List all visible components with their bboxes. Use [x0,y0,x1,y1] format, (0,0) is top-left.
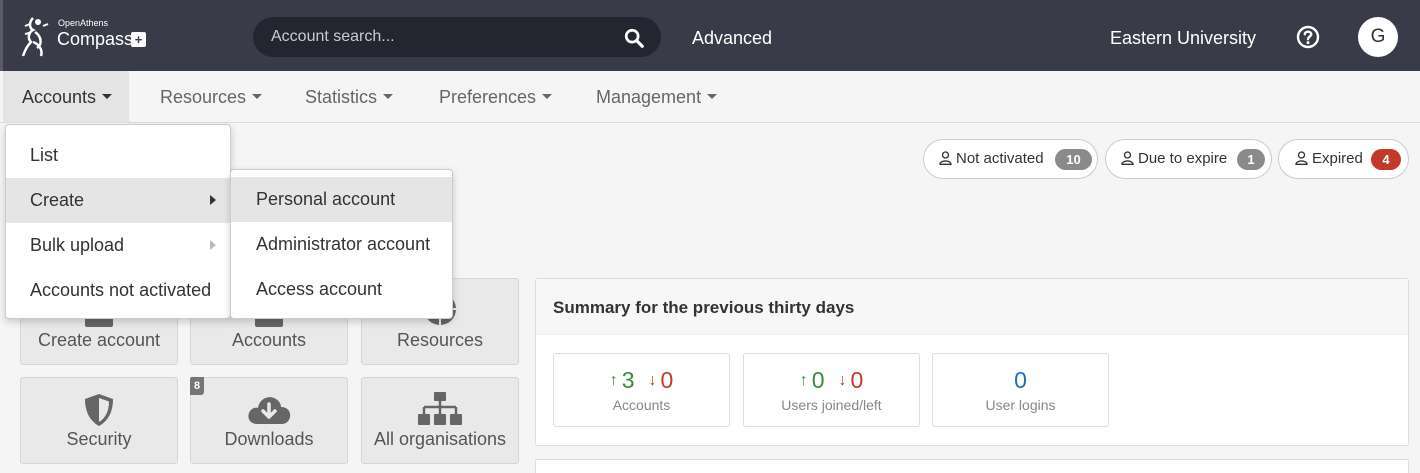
nav-management-label: Management [596,87,702,107]
main-nav: Accounts Resources Statistics Preference… [0,71,1420,123]
create-account-label: Create account [37,330,161,350]
users-joined-left-stat-card[interactable]: ↑ 0 ↓ 0 Users joined/left [743,353,920,427]
not-activated-label: Not activated [956,150,1044,167]
arrow-down-icon: ↓ [838,372,847,389]
user-icon [939,151,952,165]
arrow-up-icon: ↑ [799,372,808,389]
account-search-box [253,17,661,57]
users-joined-value: 0 [811,367,825,393]
submenu-item-administrator-account-label: Administrator account [256,234,431,254]
advanced-search-link[interactable]: Advanced [692,28,772,49]
submenu-item-personal-account[interactable]: Personal account [231,177,452,222]
accounts-stat-card[interactable]: ↑ 3 ↓ 0 Accounts [553,353,730,427]
nav-preferences[interactable]: Preferences [439,71,553,123]
accounts-down-value: 0 [660,367,674,393]
nav-statistics[interactable]: Statistics [305,71,394,123]
downloads-tile-label: Downloads [224,429,314,449]
submenu-item-access-account[interactable]: Access account [231,267,452,312]
arrow-down-icon: ↓ [648,372,657,389]
submenu-item-administrator-account[interactable]: Administrator account [231,222,452,267]
secondary-panel [535,459,1409,473]
arrow-up-icon: ↑ [609,372,618,389]
due-to-expire-count: 1 [1237,149,1265,170]
users-left-value: 0 [850,367,864,393]
not-activated-count: 10 [1055,149,1092,170]
nav-resources-label: Resources [160,87,247,107]
expired-count: 4 [1371,149,1401,170]
all-organisations-tile-label: All organisations [373,429,507,449]
logo-big-text: Compass [57,29,134,49]
submenu-item-access-account-label: Access account [256,279,383,299]
user-logins-label: User logins [985,397,1056,413]
not-activated-filter[interactable]: Not activated 10 [923,139,1098,179]
users-joined-left-label: Users joined/left [781,397,882,413]
nav-preferences-label: Preferences [439,87,537,107]
menu-item-list-label: List [30,145,59,165]
downloads-tile[interactable]: 8 Downloads [190,377,348,464]
accounts-tile-label: Accounts [231,330,307,350]
summary-title: Summary for the previous thirty days [553,298,855,317]
summary-panel: Summary for the previous thirty days ↑ 3 ↓… [535,278,1409,446]
user-icon [1121,151,1134,165]
caret-down-icon [542,93,553,99]
expired-filter[interactable]: Expired 4 [1278,139,1409,179]
cloud-download-icon [248,397,291,424]
downloads-count-badge: 8 [190,377,204,395]
all-organisations-tile[interactable]: All organisations [361,377,519,464]
nav-statistics-label: Statistics [305,87,378,107]
user-logins-value: 0 [1014,367,1027,393]
nav-accounts[interactable]: Accounts [3,71,129,123]
menu-item-list[interactable]: List [6,133,230,178]
top-bar: OpenAthens Compass + Advanced Eastern Un… [0,0,1420,71]
menu-item-bulk-upload-label: Bulk upload [30,235,125,255]
sitemap-icon [418,392,462,425]
organisation-name[interactable]: Eastern University [1110,28,1256,49]
user-icon [1295,151,1308,165]
due-to-expire-label: Due to expire [1138,150,1228,167]
caret-down-icon [707,93,718,99]
nav-accounts-label: Accounts [22,87,97,107]
menu-item-bulk-upload[interactable]: Bulk upload [6,223,230,268]
plus-icon: + [131,32,146,47]
search-icon[interactable] [623,27,645,49]
caret-right-icon [210,240,216,250]
help-icon[interactable] [1296,25,1320,49]
logo-small-text: OpenAthens [58,18,109,28]
expired-label: Expired [1312,150,1363,167]
security-tile[interactable]: Security [20,377,178,464]
menu-item-create[interactable]: Create [6,178,230,223]
nav-resources[interactable]: Resources [160,71,263,123]
accounts-up-value: 3 [621,367,635,393]
submenu-item-personal-account-label: Personal account [256,189,396,209]
caret-down-icon [102,93,113,99]
caret-down-icon [252,93,263,99]
menu-item-create-label: Create [30,190,85,210]
accounts-stat-values: ↑ 3 ↓ 0 [554,367,729,394]
resources-tile-label: Resources [396,330,484,350]
accounts-stat-label: Accounts [612,397,671,413]
create-submenu: Personal account Administrator account A… [230,169,453,319]
caret-down-icon [383,93,394,99]
account-search-input[interactable] [271,26,611,48]
user-logins-stat-card[interactable]: 0 User logins [932,353,1109,427]
openathens-compass-logo[interactable]: OpenAthens Compass + [21,14,151,60]
nav-management[interactable]: Management [596,71,718,123]
due-to-expire-filter[interactable]: Due to expire 1 [1105,139,1272,179]
menu-item-accounts-not-activated-label: Accounts not activated [30,280,212,300]
logo-figure-icon [21,17,49,57]
users-joined-left-values: ↑ 0 ↓ 0 [744,367,919,394]
security-tile-label: Security [66,429,132,449]
caret-right-icon [210,195,216,205]
menu-item-accounts-not-activated[interactable]: Accounts not activated [6,268,230,313]
summary-panel-header: Summary for the previous thirty days [536,279,1408,335]
shield-icon [85,394,113,426]
user-avatar[interactable]: G [1358,17,1398,57]
accounts-dropdown-menu: List Create Bulk upload Accounts not act… [5,124,231,319]
